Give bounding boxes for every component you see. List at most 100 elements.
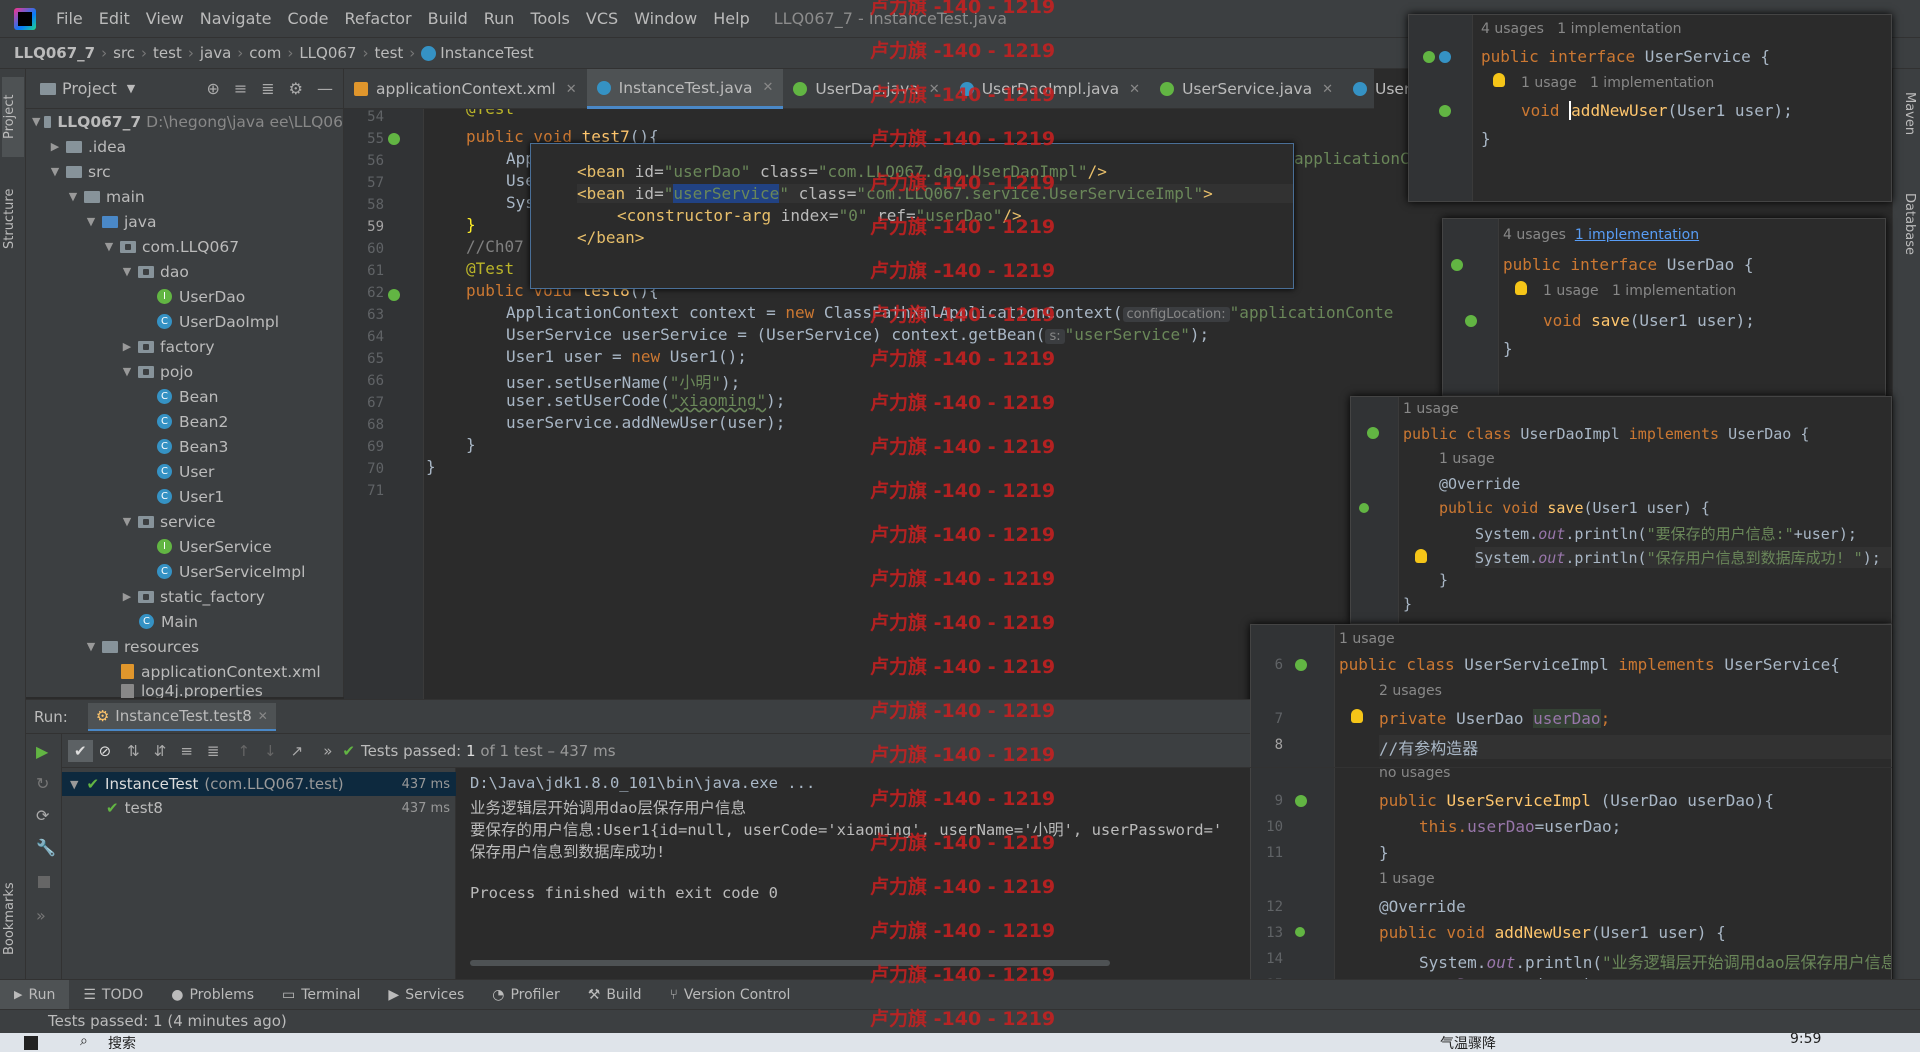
run-test-icon[interactable] xyxy=(388,289,400,301)
menu-file[interactable]: File xyxy=(48,9,91,28)
tree-item-dao[interactable]: ▼ dao xyxy=(26,259,343,284)
side-tab-database[interactable]: Database xyxy=(1897,179,1917,269)
chevron-down-icon[interactable]: ▼ xyxy=(127,82,135,95)
quick-definition-popup-xml[interactable]: <bean id="userDao" class="com.LLQ067.dao… xyxy=(530,143,1294,289)
tree-item-factory[interactable]: ▶ factory xyxy=(26,334,343,359)
implemented-icon[interactable] xyxy=(1465,315,1477,327)
menu-code[interactable]: Code xyxy=(280,9,337,28)
popup-userserviceimpl[interactable]: 6 7 8 9 10 11 12 13 14 15 16 1 usage pub… xyxy=(1250,624,1892,1032)
expand-all-icon[interactable]: ≡ xyxy=(234,79,247,98)
bottom-tab-terminal[interactable]: ▭ Terminal xyxy=(268,987,374,1003)
menu-edit[interactable]: Edit xyxy=(91,9,138,28)
tree-item-user[interactable]: C User xyxy=(26,459,343,484)
side-tab-project[interactable]: Project xyxy=(2,77,24,157)
project-title[interactable]: Project xyxy=(62,79,117,98)
menu-navigate[interactable]: Navigate xyxy=(192,9,280,28)
test-tree-child[interactable]: ✔ test8 437 ms xyxy=(62,796,456,820)
next-test-icon[interactable]: ↓ xyxy=(264,742,277,760)
toggle-autotest-icon[interactable]: ⟳ xyxy=(36,806,49,825)
breadcrumb-src[interactable]: src xyxy=(113,44,135,62)
collapse-all-icon[interactable]: ≣ xyxy=(261,79,274,98)
popup-userdaoimpl[interactable]: 1 usage public class UserDaoImpl impleme… xyxy=(1350,396,1892,624)
windows-start-icon[interactable] xyxy=(24,1036,38,1050)
clock[interactable]: 9:59 xyxy=(1790,1033,1821,1047)
override-icon[interactable] xyxy=(1295,927,1305,937)
lightbulb-icon[interactable] xyxy=(1351,709,1363,723)
run-test-icon[interactable] xyxy=(388,133,400,145)
menu-run[interactable]: Run xyxy=(476,9,523,28)
tree-item-user1[interactable]: C User1 xyxy=(26,484,343,509)
tree-item-bean3[interactable]: C Bean3 xyxy=(26,434,343,459)
tree-item-java[interactable]: ▼ java xyxy=(26,209,343,234)
taskbar-search[interactable]: 搜索 xyxy=(108,1033,136,1052)
breadcrumb-com[interactable]: com xyxy=(249,44,281,62)
lightbulb-icon[interactable] xyxy=(1515,281,1527,295)
breadcrumb-test-pkg[interactable]: test xyxy=(374,44,403,62)
tree-item-root[interactable]: ▼ LLQ067_7 D:\hegong\java ee\LLQ06 xyxy=(26,109,343,134)
bottom-tab-run[interactable]: ▶ Run xyxy=(0,979,70,1010)
popup-userservice[interactable]: 4 usages 1 implementation public interfa… xyxy=(1408,14,1892,202)
implemented-icon[interactable] xyxy=(1423,51,1435,63)
bottom-tab-services[interactable]: ▶ Services xyxy=(374,987,478,1003)
menu-tools[interactable]: Tools xyxy=(522,9,577,28)
expand-all-icon[interactable]: ≡ xyxy=(180,742,193,760)
tree-item-userservice[interactable]: I UserService xyxy=(26,534,343,559)
usages-hint[interactable]: 1 usage xyxy=(1339,631,1395,647)
tree-item-package[interactable]: ▼ com.LLQ067 xyxy=(26,234,343,259)
tree-item-pojo[interactable]: ▼ pojo xyxy=(26,359,343,384)
collapse-all-icon[interactable]: ≣ xyxy=(207,742,220,760)
side-tab-structure[interactable]: Structure xyxy=(2,169,24,269)
tree-item-userserviceimpl[interactable]: C UserServiceImpl xyxy=(26,559,343,584)
prev-test-icon[interactable]: ↑ xyxy=(237,742,250,760)
tree-item-userdao[interactable]: I UserDao xyxy=(26,284,343,309)
menu-build[interactable]: Build xyxy=(420,9,476,28)
test-tree-root[interactable]: ▼ ✔ InstanceTest (com.LLQ067.test) 437 m… xyxy=(62,772,456,796)
tab-userdao[interactable]: UserDao.java ✕ xyxy=(783,69,949,109)
menu-refactor[interactable]: Refactor xyxy=(336,9,419,28)
bottom-tab-version-control[interactable]: ⑂ Version Control xyxy=(655,987,804,1003)
breadcrumb-file[interactable]: InstanceTest xyxy=(440,44,533,62)
search-icon[interactable]: ⌕ xyxy=(80,1033,88,1049)
more-icon[interactable]: » xyxy=(323,742,332,760)
implemented-icon[interactable] xyxy=(1439,105,1451,117)
menu-view[interactable]: View xyxy=(138,9,192,28)
rerun-icon[interactable]: ▶ xyxy=(36,742,48,761)
override-icon[interactable] xyxy=(1359,503,1369,513)
tree-item-service[interactable]: ▼ service xyxy=(26,509,343,534)
tree-item-src[interactable]: ▼ src xyxy=(26,159,343,184)
sort-alpha-icon[interactable]: ⇅ xyxy=(127,742,140,760)
side-tab-maven[interactable]: Maven xyxy=(1897,79,1917,149)
weather-text[interactable]: 气温骤降 xyxy=(1440,1033,1496,1052)
implementing-icon[interactable] xyxy=(1295,659,1307,671)
breadcrumb-llq067[interactable]: LLQ067 xyxy=(299,44,356,62)
tree-item-log4j[interactable]: log4j.properties xyxy=(26,684,343,698)
side-tab-bookmarks[interactable]: Bookmarks xyxy=(2,869,24,969)
usages-hint[interactable]: 1 usage 1 implementation xyxy=(1521,75,1714,91)
tree-item-bean2[interactable]: C Bean2 xyxy=(26,409,343,434)
close-icon[interactable]: ✕ xyxy=(258,709,268,723)
tree-item-main-class[interactable]: C Main xyxy=(26,609,343,634)
tree-item-resources[interactable]: ▼ resources xyxy=(26,634,343,659)
usages-hint[interactable]: 4 usages 1 implementation xyxy=(1481,21,1682,37)
implementing-icon[interactable] xyxy=(1367,427,1379,439)
tree-item-idea[interactable]: ▶ .idea xyxy=(26,134,343,159)
breadcrumb-test[interactable]: test xyxy=(153,44,182,62)
hide-icon[interactable]: — xyxy=(317,79,333,98)
show-ignored-icon[interactable]: ⊘ xyxy=(99,742,112,760)
tree-item-userdaoimpl[interactable]: C UserDaoImpl xyxy=(26,309,343,334)
breadcrumb-project[interactable]: LLQ067_7 xyxy=(14,44,95,62)
gear-icon[interactable]: ⚙ xyxy=(289,79,303,98)
lightbulb-icon[interactable] xyxy=(1493,73,1505,87)
usages-hint[interactable]: 1 usage xyxy=(1403,401,1459,417)
rerun-failed-icon[interactable]: ↻ xyxy=(36,774,49,793)
stop-icon[interactable] xyxy=(38,876,50,888)
breadcrumb-java[interactable]: java xyxy=(200,44,231,62)
menu-window[interactable]: Window xyxy=(626,9,705,28)
more-icon[interactable]: » xyxy=(36,906,46,925)
bottom-tab-todo[interactable]: ☰ TODO xyxy=(69,987,157,1003)
sort-duration-icon[interactable]: ⇵ xyxy=(154,742,167,760)
menu-help[interactable]: Help xyxy=(705,9,757,28)
tree-item-static-factory[interactable]: ▶ static_factory xyxy=(26,584,343,609)
usages-hint[interactable]: 4 usages 1 implementation xyxy=(1503,227,1699,243)
locate-icon[interactable]: ⊕ xyxy=(206,79,219,98)
